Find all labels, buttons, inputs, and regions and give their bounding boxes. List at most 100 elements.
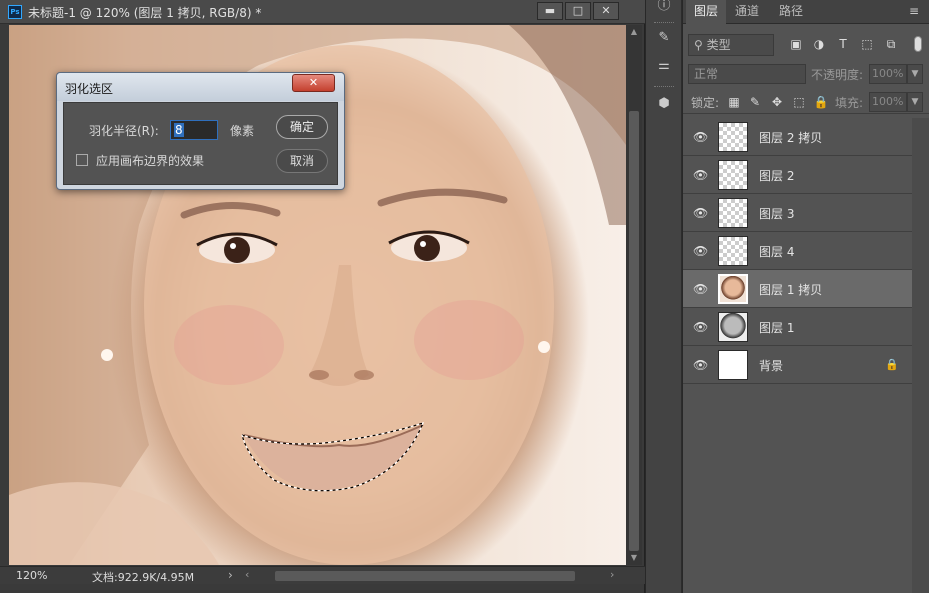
- document-tab-title[interactable]: 未标题-1 @ 120% (图层 1 拷贝, RGB/8) *: [28, 4, 261, 21]
- panel-grip[interactable]: [654, 86, 674, 88]
- layer-name[interactable]: 图层 1: [759, 319, 794, 336]
- 3d-object-icon[interactable]: ⬢: [650, 92, 678, 116]
- apply-canvas-bounds-checkbox[interactable]: [76, 154, 88, 166]
- filter-kind-value: 类型: [706, 38, 731, 52]
- blend-opacity-row: 正常 不透明度: 100% ▼: [683, 62, 929, 86]
- layer-thumbnail: [718, 312, 748, 342]
- feather-selection-dialog: 羽化选区 ✕ 羽化半径(R): 8 像素 确定 应用画布边界的效果 取消: [56, 72, 345, 190]
- vertical-scroll-thumb[interactable]: [629, 111, 639, 551]
- lock-fill-row: 锁定: ▦ ✎ ✥ ⬚ 🔒 填充: 100% ▼: [683, 90, 929, 114]
- panel-menu-icon[interactable]: ≡: [909, 4, 919, 18]
- document-title-bar[interactable]: Ps 未标题-1 @ 120% (图层 1 拷贝, RGB/8) * ▬ □ ✕: [0, 0, 645, 24]
- visibility-eye-icon[interactable]: 👁: [693, 206, 708, 220]
- layer-thumbnail: [718, 274, 748, 304]
- brush-preset-icon[interactable]: ✎: [650, 26, 678, 50]
- type-filter-icon[interactable]: T: [835, 36, 851, 52]
- layer-row[interactable]: 👁 图层 1: [683, 308, 912, 346]
- panel-tabs: 图层 通道 路径 ≡: [683, 0, 929, 24]
- layer-list: 👁 图层 2 拷贝 👁 图层 2 👁 图层 3 👁 图层 4 👁 图层 1 拷贝…: [683, 118, 912, 384]
- layer-thumbnail: [718, 236, 748, 266]
- lock-label: 锁定:: [691, 96, 720, 110]
- shape-filter-icon[interactable]: ⬚: [859, 36, 875, 52]
- visibility-eye-icon[interactable]: 👁: [693, 358, 708, 372]
- vertical-scrollbar[interactable]: ▲ ▼: [626, 25, 642, 565]
- status-bar: 120% 文档:922.9K/4.95M › ‹ ›: [0, 566, 645, 584]
- tab-paths[interactable]: 路径: [771, 0, 811, 24]
- pixel-unit-label: 像素: [230, 124, 255, 138]
- panel-grip[interactable]: [654, 22, 674, 24]
- tab-channels[interactable]: 通道: [727, 0, 767, 24]
- adjustment-filter-icon[interactable]: ◑: [811, 36, 827, 52]
- layer-row-selected[interactable]: 👁 图层 1 拷贝: [683, 270, 912, 308]
- layer-name[interactable]: 图层 1 拷贝: [759, 281, 822, 298]
- layer-row[interactable]: 👁 图层 4: [683, 232, 912, 270]
- dialog-title-bar[interactable]: 羽化选区 ✕: [57, 73, 344, 101]
- smart-object-filter-icon[interactable]: ⧉: [883, 36, 899, 52]
- layers-panel: 图层 通道 路径 ≡ ⚲ 类型 ▣ ◑ T ⬚ ⧉ 正常 不透明度: 100% …: [683, 0, 929, 593]
- opacity-dropdown-icon[interactable]: ▼: [907, 64, 923, 84]
- panel-scrollbar[interactable]: [912, 118, 929, 593]
- cancel-button[interactable]: 取消: [276, 149, 328, 173]
- document-size-info: 文档:922.9K/4.95M: [92, 571, 195, 584]
- visibility-eye-icon[interactable]: 👁: [693, 168, 708, 182]
- layer-row[interactable]: 👁 图层 2 拷贝: [683, 118, 912, 156]
- ok-button[interactable]: 确定: [276, 115, 328, 139]
- layer-row[interactable]: 👁 图层 3: [683, 194, 912, 232]
- collapsed-panel-strip: ⓘ ✎ ⚌ ⬢: [646, 0, 682, 593]
- layer-thumbnail: [718, 122, 748, 152]
- feather-radius-input[interactable]: 8: [170, 120, 218, 140]
- image-filter-icon[interactable]: ▣: [788, 36, 804, 52]
- layer-filter-row: ⚲ 类型 ▣ ◑ T ⬚ ⧉: [683, 28, 929, 60]
- fill-field[interactable]: 100%: [869, 92, 907, 112]
- tab-layers[interactable]: 图层: [686, 0, 727, 24]
- layer-name[interactable]: 图层 2: [759, 167, 794, 184]
- filter-kind-select[interactable]: ⚲ 类型: [688, 34, 774, 56]
- feather-radius-value[interactable]: 8: [174, 123, 184, 137]
- visibility-eye-icon[interactable]: 👁: [693, 130, 708, 144]
- scroll-up-arrow-icon[interactable]: ▲: [626, 25, 642, 39]
- feather-radius-label: 羽化半径(R):: [89, 124, 159, 138]
- visibility-eye-icon[interactable]: 👁: [693, 244, 708, 258]
- lock-transparent-pixels-icon[interactable]: ▦: [726, 94, 742, 110]
- search-icon: ⚲: [694, 38, 707, 52]
- layer-name[interactable]: 背景: [759, 357, 783, 374]
- fill-label: 填充:: [835, 96, 864, 110]
- scroll-right-arrow-icon[interactable]: ›: [610, 568, 614, 581]
- layer-name[interactable]: 图层 2 拷贝: [759, 129, 822, 146]
- lock-artboard-icon[interactable]: ⬚: [791, 94, 807, 110]
- document-window: Ps 未标题-1 @ 120% (图层 1 拷贝, RGB/8) * ▬ □ ✕: [0, 0, 645, 593]
- layer-row[interactable]: 👁 图层 2: [683, 156, 912, 194]
- layer-name[interactable]: 图层 4: [759, 243, 794, 260]
- layer-thumbnail: [718, 350, 748, 380]
- layer-thumbnail: [718, 160, 748, 190]
- dialog-close-button[interactable]: ✕: [292, 74, 335, 92]
- opacity-field[interactable]: 100%: [869, 64, 907, 84]
- dialog-title: 羽化选区: [65, 82, 114, 96]
- lock-all-icon[interactable]: 🔒: [813, 94, 829, 110]
- layer-name[interactable]: 图层 3: [759, 205, 794, 222]
- lock-position-icon[interactable]: ✥: [769, 94, 785, 110]
- lock-icon: 🔒: [885, 358, 899, 371]
- filter-toggle-switch[interactable]: [914, 36, 922, 52]
- status-menu-arrow-icon[interactable]: ›: [228, 568, 233, 582]
- scroll-down-arrow-icon[interactable]: ▼: [626, 551, 642, 565]
- layer-thumbnail: [718, 198, 748, 228]
- scroll-left-arrow-icon[interactable]: ‹: [245, 568, 249, 581]
- blend-mode-select[interactable]: 正常: [688, 64, 806, 84]
- opacity-label: 不透明度:: [811, 68, 864, 82]
- fill-dropdown-icon[interactable]: ▼: [907, 92, 923, 112]
- apply-canvas-bounds-label[interactable]: 应用画布边界的效果: [96, 152, 204, 169]
- visibility-eye-icon[interactable]: 👁: [693, 320, 708, 334]
- horizontal-scroll-thumb[interactable]: [275, 571, 575, 581]
- visibility-eye-icon[interactable]: 👁: [693, 282, 708, 296]
- dialog-body: 羽化半径(R): 8 像素 确定 应用画布边界的效果 取消: [63, 102, 338, 185]
- maximize-button[interactable]: □: [565, 2, 591, 20]
- lock-image-pixels-icon[interactable]: ✎: [747, 94, 763, 110]
- minimize-button[interactable]: ▬: [537, 2, 563, 20]
- zoom-level[interactable]: 120%: [16, 569, 47, 582]
- info-icon[interactable]: ⓘ: [650, 0, 678, 18]
- adjustments-icon[interactable]: ⚌: [650, 54, 678, 78]
- close-button[interactable]: ✕: [593, 2, 619, 20]
- layer-row[interactable]: 👁 背景 🔒: [683, 346, 912, 384]
- photoshop-app-icon: Ps: [8, 5, 22, 19]
